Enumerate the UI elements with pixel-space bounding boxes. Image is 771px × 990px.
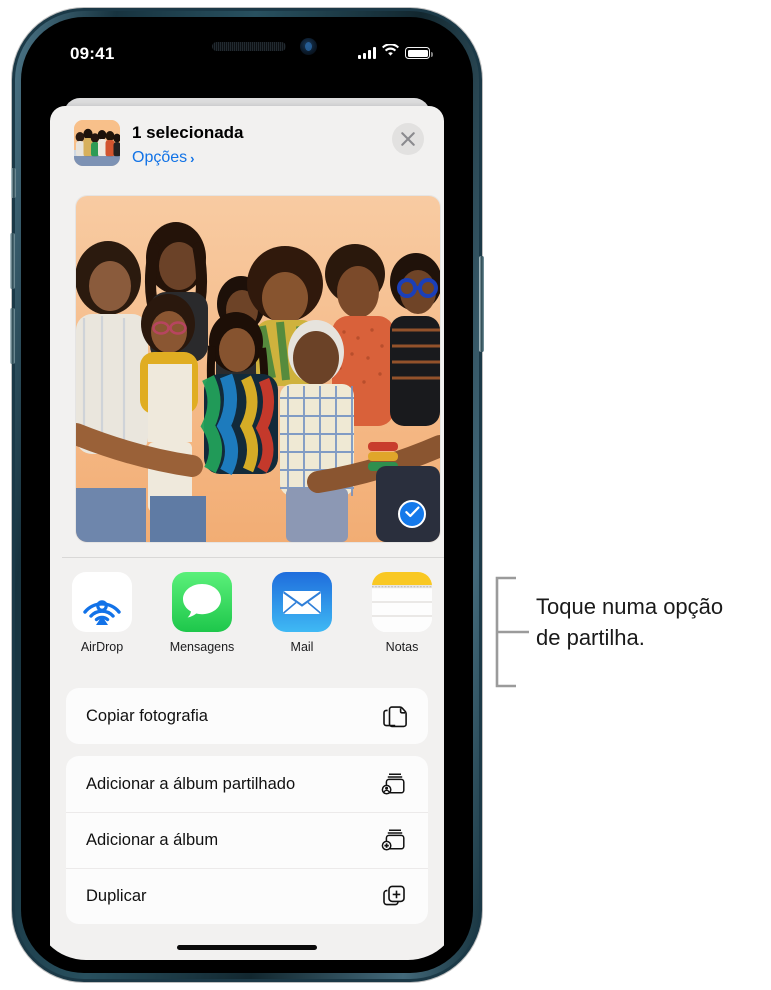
airdrop-icon (72, 572, 132, 632)
callout-text: Toque numa opção de partilha. (536, 591, 771, 653)
phone-screen: 09:41 1 selecionada Opções › AirDrop Men… (34, 30, 460, 960)
cellular-signal-icon (358, 47, 376, 59)
action-label: Adicionar a álbum (86, 830, 219, 849)
action-label: Adicionar a álbum partilhado (86, 774, 296, 793)
selected-photo-thumbnail (74, 120, 120, 166)
front-camera-icon (300, 38, 317, 55)
home-indicator[interactable] (177, 945, 317, 950)
chevron-right-icon: › (190, 150, 195, 166)
notes-icon (372, 572, 432, 632)
share-target-label: Mail (290, 640, 314, 654)
share-target-label: AirDrop (80, 640, 124, 654)
status-bar: 09:41 (34, 30, 460, 88)
status-bar-time: 09:41 (70, 44, 115, 63)
volume-up-button[interactable] (10, 233, 15, 289)
messages-icon (172, 572, 232, 632)
photo-preview-strip (50, 180, 444, 558)
status-bar-indicators (358, 43, 433, 62)
action-label: Copiar fotografia (86, 706, 208, 725)
share-sheet-options-link[interactable]: Opções › (132, 149, 194, 167)
shared-album-icon (380, 769, 410, 799)
mute-switch[interactable] (11, 168, 16, 198)
add-album-icon (380, 825, 410, 855)
duplicate-icon (380, 881, 410, 911)
photo-selected-badge[interactable] (398, 500, 426, 528)
share-sheet-header: 1 selecionada Opções › (50, 106, 444, 180)
share-targets-row[interactable]: AirDrop Mensagens Mail Notas (50, 558, 444, 680)
family-group-photo[interactable] (76, 196, 440, 542)
action-adicionar-album[interactable]: Adicionar a álbum (66, 812, 428, 868)
wifi-icon (382, 43, 399, 62)
share-target-messages[interactable]: Mensagens (164, 572, 240, 654)
action-label: Duplicar (86, 886, 147, 905)
share-target-label: Mensagens (169, 640, 235, 654)
earpiece-speaker (212, 42, 286, 51)
action-group-copy: Copiar fotografia (66, 688, 428, 744)
callout-bracket-icon (489, 576, 537, 693)
action-adicionar-album-partilhado[interactable]: Adicionar a álbum partilhado (66, 756, 428, 812)
power-button[interactable] (479, 256, 484, 352)
copy-icon (380, 701, 410, 731)
close-button[interactable] (392, 123, 424, 155)
share-target-label: Notas (385, 640, 419, 654)
close-icon (401, 132, 415, 146)
share-target-mail[interactable]: Mail (264, 572, 340, 654)
action-copiar-fotografia[interactable]: Copiar fotografia (66, 688, 428, 744)
share-target-notes[interactable]: Notas (364, 572, 440, 654)
iphone-device-frame: 09:41 1 selecionada Opções › AirDrop Men… (10, 8, 484, 982)
callout-line-2: de partilha. (536, 625, 645, 650)
action-duplicar[interactable]: Duplicar (66, 868, 428, 924)
share-sheet-title: 1 selecionada (132, 123, 244, 142)
callout-line-1: Toque numa opção (536, 594, 724, 619)
battery-icon (405, 47, 433, 59)
options-label: Opções (132, 149, 188, 166)
mail-icon (272, 572, 332, 632)
volume-down-button[interactable] (10, 308, 15, 364)
action-group-albums: Adicionar a álbum partilhado Adicionar a… (66, 756, 428, 924)
share-target-airdrop[interactable]: AirDrop (64, 572, 140, 654)
share-sheet: 1 selecionada Opções › AirDrop Mensagens… (50, 106, 444, 960)
share-actions: Copiar fotografia Adicionar a álbum part (66, 688, 428, 936)
checkmark-icon (404, 505, 420, 523)
